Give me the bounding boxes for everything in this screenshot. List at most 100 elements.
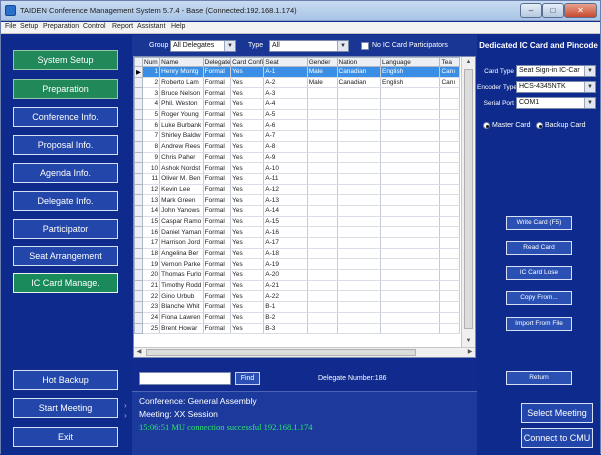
ic-card-manage-button[interactable]: IC Card Manage. xyxy=(13,273,118,293)
table-cell[interactable]: A-13 xyxy=(263,194,308,206)
table-cell[interactable] xyxy=(307,205,338,217)
table-cell[interactable] xyxy=(380,248,441,260)
table-cell[interactable]: Bruce Nelson xyxy=(159,87,204,100)
table-cell[interactable] xyxy=(337,162,381,174)
table-cell[interactable] xyxy=(380,323,441,335)
table-cell[interactable] xyxy=(307,248,338,260)
table-cell[interactable] xyxy=(439,130,460,142)
table-cell[interactable]: 12 xyxy=(142,184,161,196)
table-cell[interactable] xyxy=(439,280,460,292)
table-cell[interactable] xyxy=(337,248,381,260)
table-row[interactable]: 19 Vernon Parke Formal Yes A-19 xyxy=(134,258,460,271)
table-cell[interactable]: 10 xyxy=(142,162,161,174)
table-cell[interactable] xyxy=(337,269,381,281)
table-row[interactable]: 20 Thomas Furlo Formal Yes A-20 xyxy=(134,269,460,281)
row-selector[interactable] xyxy=(134,98,143,110)
table-cell[interactable] xyxy=(380,152,441,164)
table-cell[interactable]: Formal xyxy=(203,87,232,100)
table-cell[interactable]: Formal xyxy=(203,184,232,196)
table-cell[interactable] xyxy=(307,216,338,228)
participator-button[interactable]: Participator xyxy=(13,219,118,239)
table-cell[interactable] xyxy=(337,226,381,238)
table-cell[interactable]: B-1 xyxy=(263,301,308,313)
conference-info-button[interactable]: Conference Info. xyxy=(13,107,118,127)
table-cell[interactable]: John Yanows xyxy=(159,205,204,217)
table-row[interactable]: 10 Ashok Nordst Formal Yes A-10 xyxy=(134,162,460,174)
table-cell[interactable]: Formal xyxy=(203,323,232,335)
dropdown-arrow-icon[interactable]: ▼ xyxy=(224,41,235,51)
table-cell[interactable] xyxy=(380,237,441,249)
table-cell[interactable]: Mark Green xyxy=(159,194,204,206)
row-selector[interactable]: ▶ xyxy=(134,66,143,78)
column-header[interactable]: Card Config xyxy=(230,57,265,67)
table-cell[interactable] xyxy=(380,301,441,313)
table-cell[interactable] xyxy=(307,109,338,121)
table-cell[interactable]: Daniel Yaman xyxy=(159,226,204,238)
table-row[interactable]: 18 Angelina Ber Formal Yes A-18 xyxy=(134,247,460,260)
table-cell[interactable] xyxy=(337,237,381,249)
table-row[interactable]: 9 Chris Paher Formal Yes A-9 xyxy=(134,151,460,164)
table-cell[interactable]: Formal xyxy=(203,130,232,142)
read-card-button[interactable]: Read Card xyxy=(506,241,572,255)
maximize-button[interactable]: □ xyxy=(542,3,564,18)
table-cell[interactable]: A-5 xyxy=(263,109,308,121)
find-button[interactable]: Find xyxy=(235,372,260,385)
table-cell[interactable] xyxy=(307,87,338,100)
horizontal-scrollbar[interactable]: ◀ ▶ xyxy=(134,347,475,357)
minimize-button[interactable]: – xyxy=(520,3,542,18)
table-cell[interactable] xyxy=(337,280,381,292)
table-cell[interactable] xyxy=(439,216,460,228)
find-input[interactable] xyxy=(139,372,231,385)
table-cell[interactable]: 4 xyxy=(142,98,161,110)
table-cell[interactable]: Formal xyxy=(203,66,232,78)
table-cell[interactable] xyxy=(380,87,441,100)
table-cell[interactable] xyxy=(439,141,460,153)
table-cell[interactable] xyxy=(337,87,381,100)
table-cell[interactable] xyxy=(380,109,441,121)
table-cell[interactable]: 17 xyxy=(142,237,161,249)
no-ic-card-checkbox[interactable] xyxy=(361,42,369,50)
close-button[interactable]: ✕ xyxy=(564,3,597,18)
table-cell[interactable]: Yes xyxy=(230,87,265,100)
table-cell[interactable] xyxy=(307,258,338,271)
table-cell[interactable] xyxy=(337,301,381,313)
table-cell[interactable] xyxy=(380,312,441,324)
table-row[interactable]: 15 Caspar Ramo Formal Yes A-15 xyxy=(134,215,460,228)
table-row[interactable]: 11 Oliver M. Ben Formal Yes A-11 xyxy=(134,172,460,185)
scroll-right-icon[interactable]: ▶ xyxy=(465,348,475,357)
table-cell[interactable] xyxy=(307,98,338,110)
table-cell[interactable]: A-7 xyxy=(263,130,308,142)
table-cell[interactable]: Formal xyxy=(203,162,232,174)
delegate-table[interactable]: Num Name Delegate Card Config Seat Gende… xyxy=(133,56,476,358)
row-selector[interactable] xyxy=(134,183,143,196)
row-selector[interactable] xyxy=(134,279,143,292)
table-cell[interactable] xyxy=(380,258,441,271)
collapse-chevron-icon[interactable]: › › xyxy=(124,401,132,421)
table-cell[interactable]: Yes xyxy=(230,323,265,335)
table-cell[interactable]: Angelina Ber xyxy=(159,248,204,260)
table-cell[interactable]: English xyxy=(380,77,441,89)
table-row[interactable]: 12 Kevin Lee Formal Yes A-12 xyxy=(134,183,460,196)
table-cell[interactable]: Formal xyxy=(203,205,232,217)
row-selector[interactable] xyxy=(134,237,143,249)
table-cell[interactable] xyxy=(337,194,381,206)
column-header[interactable]: Gender xyxy=(306,57,338,67)
dropdown-arrow-icon[interactable]: ▼ xyxy=(584,82,595,92)
panel-splitter[interactable]: › › xyxy=(124,35,132,455)
system-setup-button[interactable]: System Setup xyxy=(13,50,118,70)
table-cell[interactable] xyxy=(337,216,381,228)
table-cell[interactable]: A-9 xyxy=(263,152,308,164)
table-cell[interactable]: A-2 xyxy=(263,77,308,89)
table-row[interactable]: 3 Bruce Nelson Formal Yes A-3 xyxy=(134,87,460,100)
table-cell[interactable] xyxy=(380,130,441,142)
table-cell[interactable]: Formal xyxy=(203,312,232,324)
table-cell[interactable] xyxy=(307,290,338,303)
return-button[interactable]: Return xyxy=(506,371,572,385)
table-cell[interactable]: B-2 xyxy=(263,312,308,324)
table-row[interactable]: 24 Fiona Lawren Formal Yes B-2 xyxy=(134,311,460,324)
table-cell[interactable]: A-18 xyxy=(263,248,308,260)
table-cell[interactable]: A-6 xyxy=(263,119,308,132)
table-cell[interactable] xyxy=(439,312,460,324)
table-row[interactable]: 25 Brent Howar Formal Yes B-3 xyxy=(134,322,460,335)
table-cell[interactable]: A-20 xyxy=(263,269,308,281)
